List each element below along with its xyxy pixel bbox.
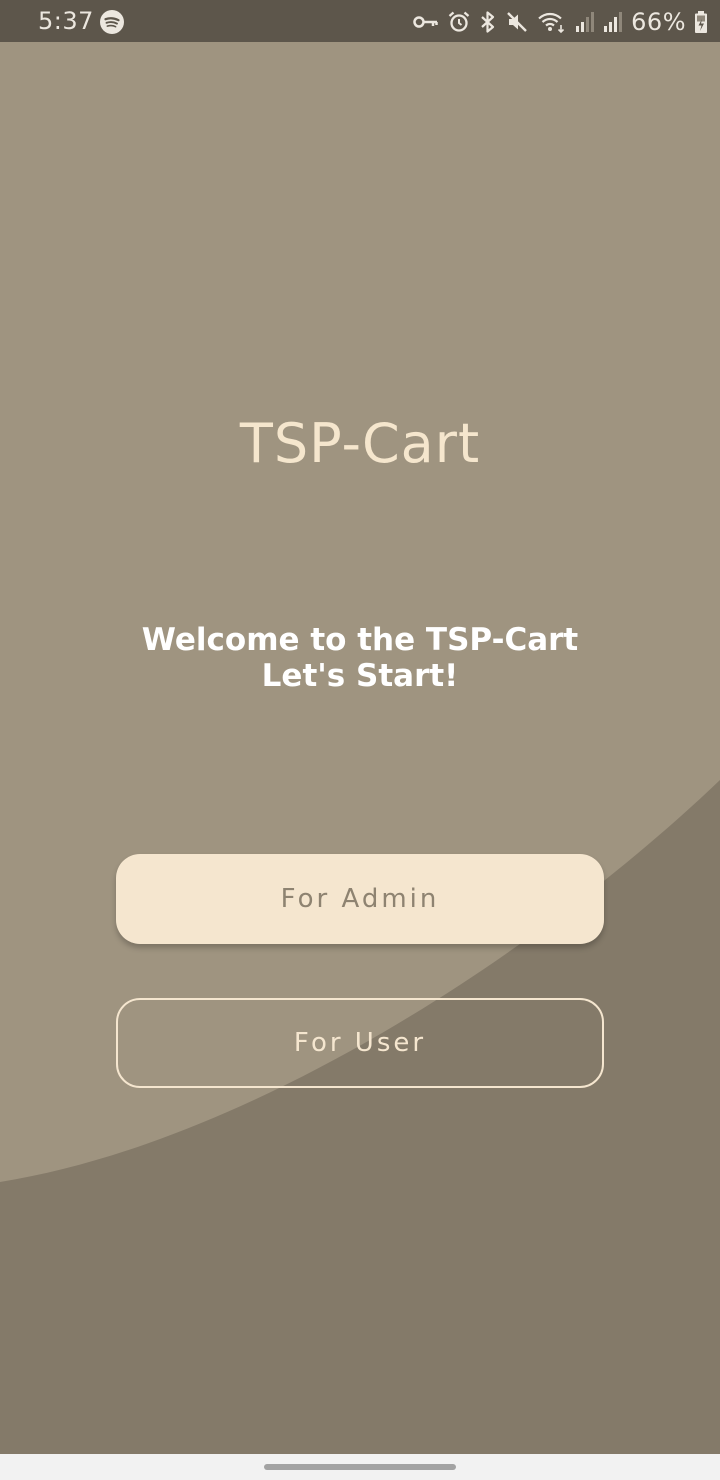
wifi-icon [537, 10, 567, 34]
status-icons: 66% [413, 8, 708, 36]
background-wave [0, 42, 720, 1454]
app-screen: TSP-Cart Welcome to the TSP-Cart Let's S… [0, 42, 720, 1454]
app-title: TSP-Cart [239, 412, 481, 475]
bluetooth-icon [479, 10, 497, 34]
welcome-subline: Let's Start! [261, 658, 459, 694]
for-admin-label: For Admin [280, 884, 440, 914]
home-gesture-handle[interactable] [264, 1464, 456, 1470]
vpn-key-icon [413, 12, 439, 32]
status-bar: 5:37 66% [0, 0, 720, 42]
navigation-bar [0, 1454, 720, 1480]
spotify-icon [100, 10, 124, 34]
battery-percent: 66% [631, 8, 686, 36]
mute-icon [505, 10, 529, 34]
battery-icon [694, 10, 708, 34]
for-admin-button[interactable]: For Admin [116, 854, 604, 944]
for-user-label: For User [293, 1028, 427, 1058]
welcome-message: Welcome to the TSP-Cart Let's Start! [0, 622, 720, 694]
signal-icon [575, 11, 595, 33]
alarm-icon [447, 10, 471, 34]
status-time: 5:37 [38, 7, 94, 35]
signal-icon [603, 11, 623, 33]
welcome-line: Welcome to the TSP-Cart [141, 622, 579, 658]
for-user-button[interactable]: For User [116, 998, 604, 1088]
